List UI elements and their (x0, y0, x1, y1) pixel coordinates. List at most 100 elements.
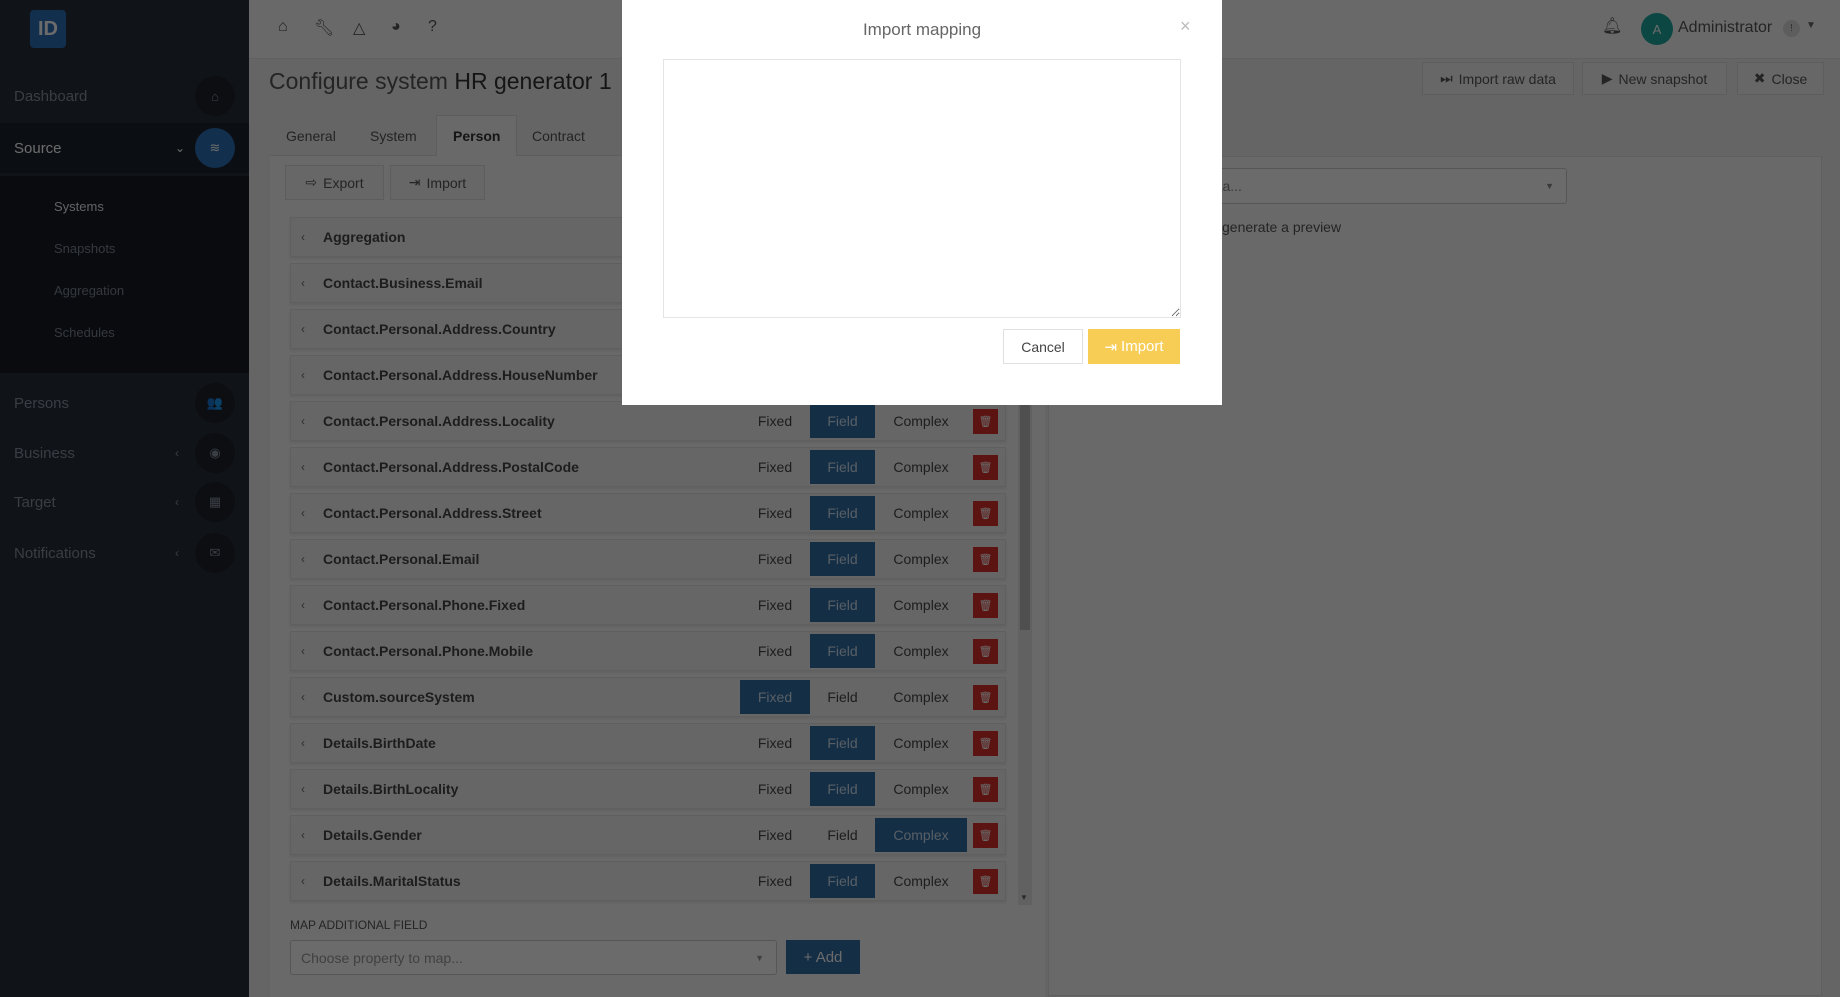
mode-complex-button[interactable]: Complex (875, 404, 967, 438)
help-icon[interactable]: ? (428, 18, 437, 36)
chevron-left-icon[interactable]: ‹ (301, 368, 317, 382)
sidebar-item-notifications[interactable]: Notifications ‹ ✉ (0, 528, 249, 578)
mode-field-button[interactable]: Field (810, 588, 875, 622)
trash-icon[interactable]: 🗑︎ (973, 454, 998, 480)
mode-complex-button[interactable]: Complex (875, 818, 967, 852)
chevron-left-icon[interactable]: ‹ (301, 552, 317, 566)
mode-complex-button[interactable]: Complex (875, 864, 967, 898)
mode-fixed-button[interactable]: Fixed (740, 450, 810, 484)
mode-complex-button[interactable]: Complex (875, 450, 967, 484)
mode-field-button[interactable]: Field (810, 726, 875, 760)
mode-fixed-button[interactable]: Fixed (740, 864, 810, 898)
trash-icon[interactable]: 🗑︎ (973, 546, 998, 572)
sidebar-subitem-schedules[interactable]: Schedules (54, 325, 115, 340)
sidebar-item-dashboard[interactable]: Dashboard ⌂ (0, 71, 249, 121)
export-button[interactable]: ⇨ Export (285, 165, 384, 200)
sidebar-subitem-systems[interactable]: Systems (54, 199, 104, 214)
close-button[interactable]: ✖ Close (1737, 62, 1824, 95)
mode-fixed-button[interactable]: Fixed (740, 542, 810, 576)
mapping-row[interactable]: ‹ Contact.Personal.Email Fixed Field Complex… (290, 539, 1006, 579)
property-select[interactable]: Choose property to map... ▼ (290, 940, 777, 975)
trash-icon[interactable]: 🗑︎ (973, 730, 998, 756)
mode-fixed-button[interactable]: Fixed (740, 726, 810, 760)
mode-field-button[interactable]: Field (810, 864, 875, 898)
mode-field-button[interactable]: Field (810, 450, 875, 484)
confirm-import-button[interactable]: ⇥ Import (1088, 329, 1180, 364)
mode-fixed-button[interactable]: Fixed (740, 496, 810, 530)
scrollbar-thumb[interactable] (1020, 405, 1030, 630)
chevron-left-icon[interactable]: ‹ (301, 598, 317, 612)
chevron-left-icon[interactable]: ‹ (301, 828, 317, 842)
mode-complex-button[interactable]: Complex (875, 542, 967, 576)
trash-icon[interactable]: 🗑︎ (973, 408, 998, 434)
home-icon[interactable]: ⌂ (278, 18, 288, 36)
import-raw-data-button[interactable]: ⏭︎ Import raw data (1422, 62, 1574, 95)
chevron-left-icon[interactable]: ‹ (301, 644, 317, 658)
avatar[interactable]: A (1641, 13, 1673, 45)
tab-person[interactable]: Person (436, 115, 518, 156)
trash-icon[interactable]: 🗑︎ (973, 500, 998, 526)
chevron-left-icon[interactable]: ‹ (301, 230, 317, 244)
mode-fixed-button[interactable]: Fixed (740, 772, 810, 806)
mode-field-button[interactable]: Field (810, 496, 875, 530)
mode-complex-button[interactable]: Complex (875, 634, 967, 668)
new-snapshot-button[interactable]: ▶ New snapshot (1582, 62, 1727, 95)
mode-complex-button[interactable]: Complex (875, 680, 967, 714)
sidebar-item-business[interactable]: Business ‹ ◉ (0, 428, 249, 478)
mode-fixed-button[interactable]: Fixed (740, 818, 810, 852)
mapping-row[interactable]: ‹ Custom.sourceSystem Fixed Field Complex 🗑︎ (290, 677, 1006, 717)
mapping-row[interactable]: ‹ Contact.Personal.Address.Locality Fixed F… (290, 401, 1006, 441)
chevron-left-icon[interactable]: ‹ (301, 874, 317, 888)
mode-complex-button[interactable]: Complex (875, 726, 967, 760)
chevron-left-icon[interactable]: ‹ (301, 690, 317, 704)
scroll-down-arrow-icon[interactable]: ▼ (1020, 893, 1028, 902)
tab-system[interactable]: System (354, 115, 433, 156)
mode-fixed-button[interactable]: Fixed (740, 680, 810, 714)
import-button[interactable]: ⇥ Import (390, 165, 485, 200)
mode-fixed-button[interactable]: Fixed (740, 634, 810, 668)
mapping-row[interactable]: ‹ Contact.Personal.Address.PostalCode Fixe… (290, 447, 1006, 487)
trash-icon[interactable]: 🗑︎ (973, 776, 998, 802)
close-icon[interactable]: × (1180, 16, 1191, 37)
sidebar-subitem-snapshots[interactable]: Snapshots (54, 241, 115, 256)
chevron-left-icon[interactable]: ‹ (301, 322, 317, 336)
user-name[interactable]: Administrator (1678, 19, 1772, 37)
chevron-left-icon[interactable]: ‹ (301, 276, 317, 290)
tab-general[interactable]: General (270, 115, 352, 156)
mapping-row[interactable]: ‹ Details.Gender Fixed Field Complex 🗑︎ (290, 815, 1006, 855)
sidebar-subitem-aggregation[interactable]: Aggregation (54, 283, 124, 298)
chevron-left-icon[interactable]: ‹ (301, 414, 317, 428)
mode-complex-button[interactable]: Complex (875, 496, 967, 530)
mapping-row[interactable]: ‹ Contact.Personal.Phone.Fixed Fixed Field C… (290, 585, 1006, 625)
mode-fixed-button[interactable]: Fixed (740, 588, 810, 622)
mode-field-button[interactable]: Field (810, 772, 875, 806)
logo[interactable]: ID (30, 10, 66, 48)
sidebar-item-target[interactable]: Target ‹ ▦ (0, 477, 249, 527)
chevron-left-icon[interactable]: ‹ (301, 736, 317, 750)
trash-icon[interactable]: 🗑︎ (973, 684, 998, 710)
mode-fixed-button[interactable]: Fixed (740, 404, 810, 438)
mapping-row[interactable]: ‹ Details.MaritalStatus Fixed Field Complex 🗑… (290, 861, 1006, 901)
mapping-row[interactable]: ‹ Details.BirthLocality Fixed Field Complex 🗑… (290, 769, 1006, 809)
sidebar-item-source[interactable]: Source ⌄ ≋ (0, 123, 249, 173)
cancel-button[interactable]: Cancel (1003, 329, 1083, 364)
mode-field-button[interactable]: Field (810, 818, 875, 852)
mapping-row[interactable]: ‹ Contact.Personal.Address.Street Fixed Fie… (290, 493, 1006, 533)
network-icon[interactable]: △ (353, 18, 365, 38)
mapping-row[interactable]: ‹ Details.BirthDate Fixed Field Complex 🗑︎ (290, 723, 1006, 763)
mode-field-button[interactable]: Field (810, 542, 875, 576)
trash-icon[interactable]: 🗑︎ (973, 638, 998, 664)
mapping-textarea[interactable] (663, 59, 1181, 318)
caret-down-icon[interactable]: ▼ (1806, 20, 1816, 31)
trash-icon[interactable]: 🗑︎ (973, 592, 998, 618)
add-button[interactable]: + Add (786, 940, 860, 974)
wrench-icon[interactable]: 🔧︎ (314, 18, 334, 38)
bell-icon[interactable]: 🔔︎ (1602, 16, 1622, 36)
tab-contract[interactable]: Contract (516, 115, 601, 156)
mode-field-button[interactable]: Field (810, 634, 875, 668)
mode-field-button[interactable]: Field (810, 404, 875, 438)
mode-complex-button[interactable]: Complex (875, 588, 967, 622)
chevron-left-icon[interactable]: ‹ (301, 460, 317, 474)
mode-complex-button[interactable]: Complex (875, 772, 967, 806)
chevron-left-icon[interactable]: ‹ (301, 506, 317, 520)
